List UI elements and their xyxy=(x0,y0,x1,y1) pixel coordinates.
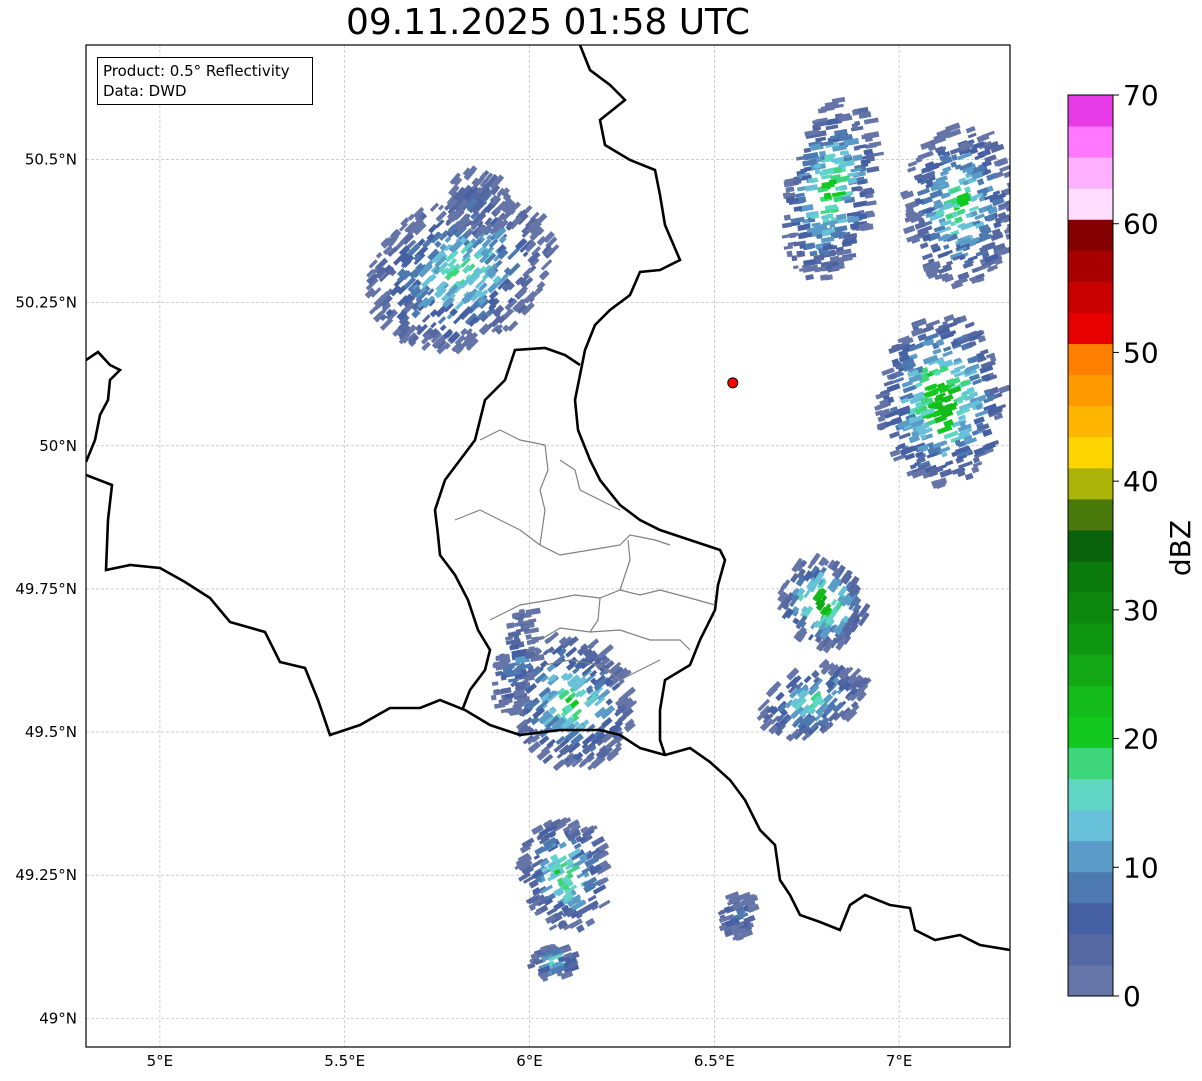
colorbar-segment xyxy=(1068,498,1113,531)
colorbar-tick-label: 0 xyxy=(1123,980,1141,1013)
y-tick-label: 50.5°N xyxy=(25,151,77,169)
x-axis-ticks: 5°E 5.5°E 6°E 6.5°E 7°E xyxy=(147,1052,913,1070)
colorbar-segment xyxy=(1068,250,1113,282)
echo-pixel xyxy=(490,694,497,701)
y-axis-ticks: 49°N 49.25°N 49.5°N 49.75°N 50°N 50.25°N 50.5°… xyxy=(15,151,77,1028)
echo-pixel xyxy=(852,109,859,116)
echo-pixel xyxy=(783,214,792,221)
colorbar-segment xyxy=(1068,281,1113,313)
y-tick-label: 49.75°N xyxy=(15,580,77,598)
x-tick-label: 6°E xyxy=(516,1052,543,1070)
echo-pixel xyxy=(786,250,793,258)
y-tick-label: 50°N xyxy=(39,437,77,455)
echo-pixel xyxy=(525,634,532,640)
radar-site-marker xyxy=(727,377,739,389)
colorbar-segment xyxy=(1068,126,1113,158)
colorbar-segment xyxy=(1068,716,1113,748)
colorbar-segment xyxy=(1068,561,1113,593)
y-tick-label: 49.25°N xyxy=(15,866,77,884)
colorbar-tick-label: 70 xyxy=(1123,79,1159,112)
colorbar-segment xyxy=(1068,964,1113,997)
x-tick-label: 5°E xyxy=(147,1052,174,1070)
x-tick-label: 6.5°E xyxy=(694,1052,735,1070)
colorbar-segment xyxy=(1068,747,1113,780)
map-panel xyxy=(85,44,1011,1048)
colorbar-segment xyxy=(1068,654,1113,686)
colorbar-tick-label: 30 xyxy=(1123,594,1159,627)
colorbar-label: dBZ xyxy=(1164,520,1197,576)
y-tick-label: 50.25°N xyxy=(15,294,77,312)
colorbar-segment xyxy=(1068,933,1113,966)
y-tick-label: 49°N xyxy=(39,1009,77,1027)
x-tick-label: 7°E xyxy=(886,1052,913,1070)
colorbar-segment xyxy=(1068,685,1113,717)
y-tick-label: 49.5°N xyxy=(25,723,77,741)
colorbar-segment xyxy=(1068,436,1113,469)
echo-pixel xyxy=(515,703,522,710)
colorbar-segment xyxy=(1068,157,1113,189)
colorbar-segment xyxy=(1068,902,1113,935)
echo-pixel xyxy=(859,191,867,198)
radar-figure: 5°E 5.5°E 6°E 6.5°E 7°E 49°N 49.25°N 49.5°N 49.… xyxy=(15,44,1197,1070)
colorbar-segment xyxy=(1068,840,1113,873)
colorbar-segment xyxy=(1068,529,1113,562)
colorbar-tick-label: 50 xyxy=(1123,336,1159,369)
echo-pixel xyxy=(829,221,836,228)
echo-pixel xyxy=(531,636,539,644)
echo-pixel xyxy=(814,169,821,175)
colorbar-segment xyxy=(1068,623,1113,655)
echo-pixel xyxy=(822,249,830,256)
colorbar: 0 10 20 30 40 50 60 70 xyxy=(1067,79,1159,1013)
colorbar-segment xyxy=(1068,809,1113,842)
info-product: Product: 0.5° Reflectivity xyxy=(103,62,290,80)
info-data-source: Data: DWD xyxy=(103,82,187,100)
colorbar-segment xyxy=(1068,467,1113,500)
colorbar-segment xyxy=(1068,95,1113,127)
colorbar-segment xyxy=(1068,219,1113,251)
colorbar-segment xyxy=(1068,592,1113,624)
colorbar-tick-label: 60 xyxy=(1123,208,1159,241)
colorbar-tick-label: 10 xyxy=(1123,851,1159,884)
colorbar-segment xyxy=(1068,188,1113,220)
info-box: Product: 0.5° Reflectivity Data: DWD xyxy=(97,57,313,105)
echo-pixel xyxy=(858,111,865,119)
colorbar-segment xyxy=(1068,312,1113,345)
colorbar-segment xyxy=(1068,871,1113,904)
colorbar-segment xyxy=(1068,374,1113,407)
echo-pixel xyxy=(816,233,823,240)
colorbar-segment xyxy=(1068,405,1113,438)
x-tick-label: 5.5°E xyxy=(324,1052,365,1070)
colorbar-segment xyxy=(1068,343,1113,376)
colorbar-segment xyxy=(1068,778,1113,811)
colorbar-tick-label: 40 xyxy=(1123,465,1159,498)
colorbar-tick-label: 20 xyxy=(1123,723,1159,756)
